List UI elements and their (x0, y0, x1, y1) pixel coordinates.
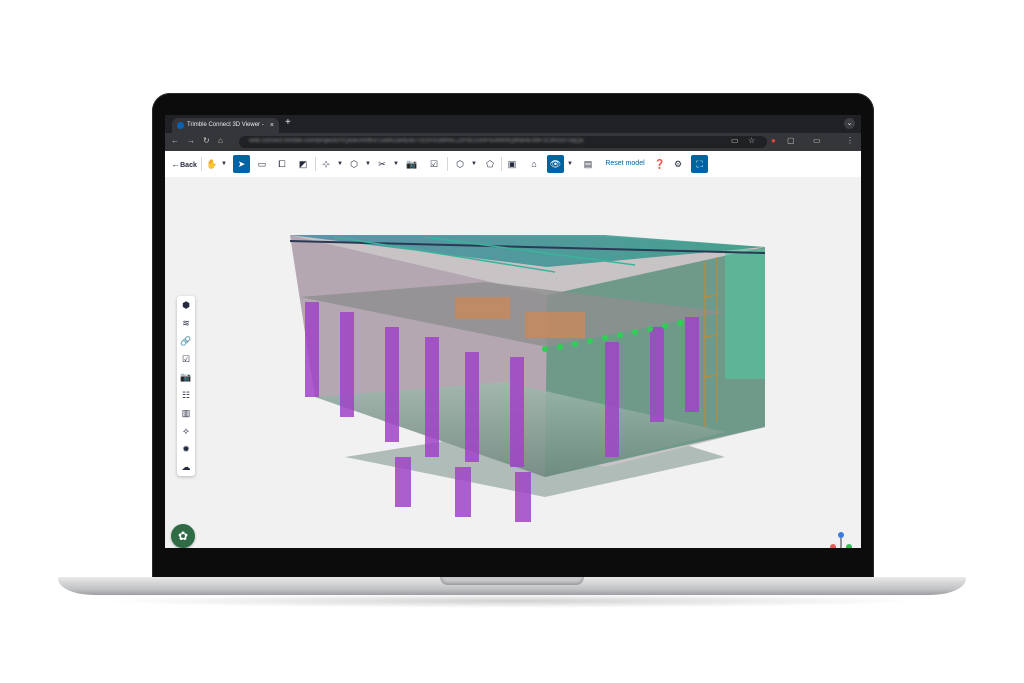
side-panel: ⬢ ≋ 🔗 ☑ 📷 ☷ ▥ ⟡ ✹ ☁ (177, 296, 195, 476)
frame-select-icon[interactable]: ⧠ (275, 155, 289, 173)
reset-model-button[interactable]: Reset model (605, 155, 645, 173)
cube-dropdown-chevron-icon[interactable]: ▼ (471, 155, 477, 173)
fullscreen-icon[interactable]: ⛶ (691, 155, 708, 173)
pan-dropdown-chevron-icon[interactable]: ▼ (221, 155, 227, 173)
box-select-icon[interactable]: ▭ (255, 155, 269, 173)
cast-icon[interactable]: ▭ (813, 136, 821, 145)
todo-checklist-icon[interactable]: ☑ (427, 155, 441, 173)
clip-dropdown-chevron-icon[interactable]: ▼ (393, 155, 399, 173)
isolate-object-icon[interactable]: ⬠ (483, 155, 497, 173)
back-label: Back (180, 162, 197, 169)
lock-icon[interactable]: ⌂ (527, 155, 541, 173)
todo-check-icon[interactable]: ☑ (177, 350, 195, 368)
forward-arrow-icon[interactable]: → (187, 136, 195, 145)
laptop-shadow (98, 594, 926, 608)
measure-axis-icon[interactable]: ⊹ (319, 155, 333, 173)
visibility-dropdown-chevron-icon[interactable]: ▼ (567, 155, 573, 173)
toolbar-divider (501, 157, 502, 171)
laptop-notch (440, 577, 584, 585)
reload-icon[interactable]: ↻ (203, 136, 210, 145)
browser-menu-icon[interactable]: ⋮ (846, 136, 854, 145)
help-icon[interactable]: ❓ (653, 155, 667, 173)
model-tree-icon[interactable]: ▣ (505, 155, 519, 173)
model-equipment (455, 297, 510, 319)
appearance-palette-button[interactable]: ✿ (171, 524, 195, 548)
clash-icon[interactable]: ⟡ (177, 422, 195, 440)
link-icon[interactable]: 🔗 (177, 332, 195, 350)
model-equipment (525, 312, 585, 338)
tree-icon[interactable]: ☷ (177, 386, 195, 404)
laptop-screen: Trimble Connect 3D Viewer - × + ⌄ ← → ↻ … (165, 115, 861, 548)
toolbar-divider (315, 157, 316, 171)
markup-dropdown-chevron-icon[interactable]: ▼ (365, 155, 371, 173)
settings-gear-icon[interactable]: ⚙ (671, 155, 685, 173)
back-button[interactable]: ←Back (169, 155, 199, 173)
viewer-toolbar: ←Back ✋ ▼ ➤ ▭ ⧠ ◩ ⊹ ▼ ⬡ ▼ ✂ ▼ 📷 ☑ ⬡ ▼ ⬠ … (165, 151, 861, 178)
browser-address-bar: ← → ↻ ⌂ web.connect.trimble.com/projects… (165, 133, 861, 151)
palette-icon: ✿ (177, 529, 189, 543)
back-arrow-icon: ← (171, 159, 181, 169)
cube-view-icon[interactable]: ⬡ (453, 155, 467, 173)
select-cursor-icon[interactable]: ➤ (233, 155, 250, 173)
tab-title: Trimble Connect 3D Viewer - (187, 122, 264, 128)
building-model-render[interactable] (165, 177, 861, 548)
properties-panel-icon[interactable]: ▤ (581, 155, 595, 173)
section-plane-icon[interactable]: ◩ (296, 155, 310, 173)
extension-icon[interactable]: ● (771, 136, 776, 145)
visibility-eye-icon[interactable]: 👁 (547, 155, 564, 173)
models-cube-icon[interactable]: ⬢ (177, 296, 195, 314)
browser-tab-strip: Trimble Connect 3D Viewer - × + ⌄ (165, 115, 861, 133)
markup-shape-icon[interactable]: ⬡ (347, 155, 361, 173)
tab-search-chevron-icon[interactable]: ⌄ (844, 118, 855, 129)
snapshot-camera-icon[interactable]: 📷 (405, 155, 419, 173)
url-text: web.connect.trimble.com/projects/VQwaUnH… (249, 138, 584, 144)
cloud-icon[interactable]: ☁ (177, 458, 195, 476)
browser-tab[interactable]: Trimble Connect 3D Viewer - × (172, 118, 279, 133)
3d-viewport[interactable]: ⬢ ≋ 🔗 ☑ 📷 ☷ ▥ ⟡ ✹ ☁ (165, 177, 861, 548)
model-glazing (725, 249, 765, 379)
bookmark-star-icon[interactable]: ☆ (748, 136, 755, 145)
clip-scissors-icon[interactable]: ✂ (375, 155, 389, 173)
layers-icon[interactable]: ≋ (177, 314, 195, 332)
back-arrow-icon[interactable]: ← (171, 136, 179, 145)
pan-hand-icon[interactable]: ✋ (205, 155, 219, 173)
home-icon[interactable]: ⌂ (218, 136, 223, 145)
measure-dropdown-chevron-icon[interactable]: ▼ (337, 155, 343, 173)
extensions-puzzle-icon[interactable]: ▢ (787, 136, 795, 145)
views-camera-icon[interactable]: 📷 (177, 368, 195, 386)
organizer-icon[interactable]: ▥ (177, 404, 195, 422)
install-app-icon[interactable]: ▭ (731, 136, 739, 145)
extension-gear-icon[interactable]: ✹ (177, 440, 195, 458)
tab-close-icon[interactable]: × (270, 118, 274, 133)
toolbar-divider (201, 157, 202, 171)
toolbar-divider (447, 157, 448, 171)
laptop-lid: Trimble Connect 3D Viewer - × + ⌄ ← → ↻ … (152, 93, 874, 580)
url-input[interactable]: web.connect.trimble.com/projects/VQwaUnH… (239, 136, 767, 148)
trimble-favicon-icon (177, 122, 184, 129)
axis-gizmo-icon[interactable] (825, 530, 855, 548)
new-tab-button[interactable]: + (285, 117, 291, 128)
